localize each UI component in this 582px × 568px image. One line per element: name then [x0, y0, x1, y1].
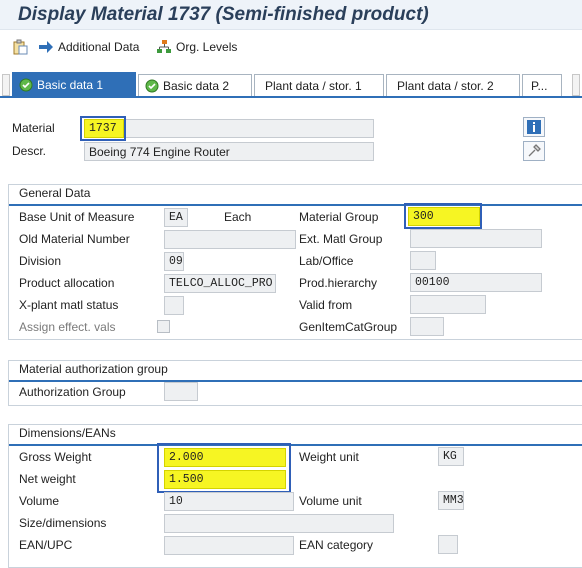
ext-matl-group-field[interactable] [410, 229, 542, 248]
org-hierarchy-icon [157, 40, 171, 53]
prod-hierarchy-label: Prod.hierarchy [299, 276, 378, 290]
tab-basic-data-1[interactable]: Basic data 1 [12, 72, 136, 96]
material-field[interactable]: 1737 [84, 119, 124, 138]
title-bar: Display Material 1737 (Semi-finished pro… [0, 0, 582, 30]
xplant-status-field[interactable] [164, 296, 184, 315]
info-button[interactable] [523, 117, 545, 137]
checkmark-icon [19, 78, 33, 91]
description-field[interactable]: Boeing 774 Engine Router [84, 142, 374, 161]
size-dimensions-field[interactable] [164, 514, 394, 533]
authorization-group-label: Authorization Group [19, 385, 126, 399]
gen-item-cat-field[interactable] [410, 317, 444, 336]
gross-weight-label: Gross Weight [19, 450, 92, 464]
base-unit-field[interactable]: EA [164, 208, 188, 227]
clipboard-icon [13, 39, 28, 55]
org-levels-label: Org. Levels [176, 40, 238, 54]
product-allocation-field[interactable]: TELCO_ALLOC_PRO [164, 274, 276, 293]
section-title: Material authorization group [19, 362, 168, 376]
clipboard-button[interactable] [12, 38, 28, 56]
net-weight-field[interactable]: 1.500 [164, 470, 286, 489]
material-field-extension [124, 119, 374, 138]
division-field[interactable]: 09 [164, 252, 184, 271]
main-content: Material 1737 Descr. Boeing 774 Engine R… [0, 96, 582, 568]
volume-unit-label: Volume unit [299, 494, 362, 508]
assign-effect-checkbox[interactable] [157, 320, 170, 333]
tab-strip: Basic data 1 Basic data 2 Plant data / s… [0, 72, 582, 96]
section-title: General Data [19, 186, 91, 200]
section-rule [9, 204, 582, 206]
gen-item-cat-label: GenItemCatGroup [299, 320, 398, 334]
page-title: Display Material 1737 (Semi-finished pro… [18, 4, 429, 25]
weight-unit-label: Weight unit [299, 450, 359, 464]
ext-matl-group-label: Ext. Matl Group [299, 232, 383, 246]
additional-data-label: Additional Data [58, 40, 140, 54]
tab-label: Basic data 1 [37, 77, 104, 92]
tab-label: Plant data / stor. 2 [397, 78, 494, 93]
tab-label: P... [531, 78, 548, 93]
ean-category-field[interactable] [438, 535, 458, 554]
prod-hierarchy-field[interactable]: 00100 [410, 273, 542, 292]
tab-plant-data-stor-2[interactable]: Plant data / stor. 2 [386, 74, 520, 96]
base-unit-text: Each [224, 210, 252, 224]
tab-label: Plant data / stor. 1 [265, 78, 362, 93]
weight-unit-field[interactable]: KG [438, 447, 464, 466]
descr-label: Descr. [12, 144, 47, 158]
tools-button[interactable] [523, 141, 545, 161]
tab-more[interactable]: P... [522, 74, 562, 96]
application-toolbar: Additional Data Org. Levels [0, 30, 582, 64]
tab-plant-data-stor-1[interactable]: Plant data / stor. 1 [254, 74, 384, 96]
tab-label: Basic data 2 [163, 78, 230, 93]
wrench-icon [528, 144, 541, 157]
checkmark-icon [145, 79, 159, 92]
old-material-label: Old Material Number [19, 232, 130, 246]
material-label: Material [12, 121, 55, 135]
volume-label: Volume [19, 494, 60, 508]
org-levels-button[interactable]: Org. Levels [156, 38, 237, 56]
tab-scroll-left[interactable] [2, 74, 10, 96]
section-title: Dimensions/EANs [19, 426, 116, 440]
division-label: Division [19, 254, 62, 268]
section-rule [9, 380, 582, 382]
lab-office-label: Lab/Office [299, 254, 354, 268]
old-material-field[interactable] [164, 230, 296, 249]
size-dimensions-label: Size/dimensions [19, 516, 107, 530]
ean-upc-field[interactable] [164, 536, 294, 555]
xplant-status-label: X-plant matl status [19, 298, 119, 312]
net-weight-label: Net weight [19, 472, 76, 486]
section-rule [9, 444, 582, 446]
lab-office-field[interactable] [410, 251, 436, 270]
assign-effect-label: Assign effect. vals [19, 320, 116, 334]
dimensions-section: Dimensions/EANs [8, 424, 582, 568]
gross-weight-field[interactable]: 2.000 [164, 448, 286, 467]
authorization-group-field[interactable] [164, 382, 198, 401]
ean-category-label: EAN category [299, 538, 374, 552]
volume-unit-field[interactable]: MM3 [438, 491, 464, 510]
tab-scroll-right[interactable] [572, 74, 580, 96]
arrow-right-icon [39, 41, 53, 53]
product-allocation-label: Product allocation [19, 276, 115, 290]
base-unit-label: Base Unit of Measure [19, 210, 135, 224]
info-icon [527, 120, 541, 134]
valid-from-label: Valid from [299, 298, 353, 312]
material-group-field[interactable]: 300 [408, 207, 480, 226]
additional-data-button[interactable]: Additional Data [38, 38, 139, 56]
material-group-label: Material Group [299, 210, 379, 224]
volume-field[interactable]: 10 [164, 492, 294, 511]
tab-basic-data-2[interactable]: Basic data 2 [138, 74, 252, 96]
ean-upc-label: EAN/UPC [19, 538, 73, 552]
valid-from-field[interactable] [410, 295, 486, 314]
